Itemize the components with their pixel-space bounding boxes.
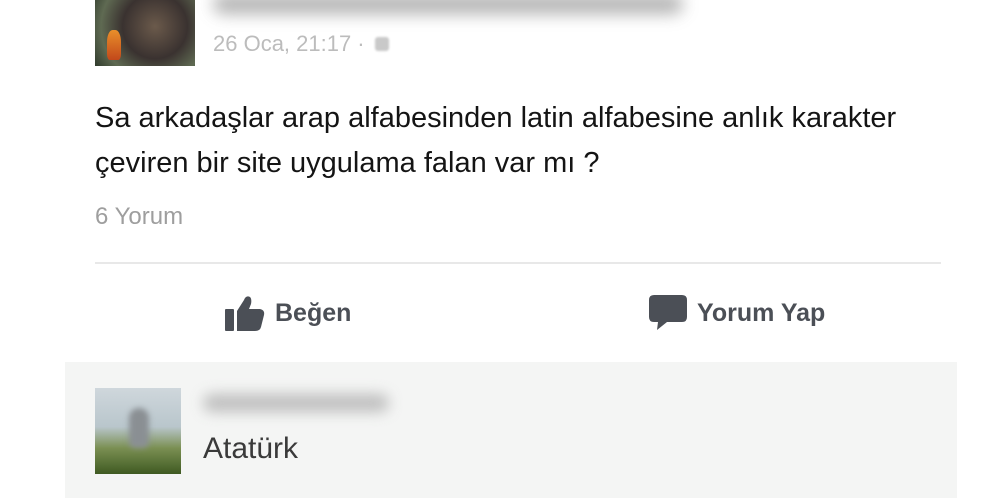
commenter-avatar[interactable] <box>95 388 181 474</box>
comments-section: Atatürk <box>65 362 957 498</box>
post-text: Sa arkadaşlar arap alfabesinden latin al… <box>95 102 897 179</box>
author-name-blurred[interactable] <box>213 0 683 14</box>
post-timestamp[interactable]: 26 Oca, 21:17 <box>213 31 351 57</box>
avatar-image-detail <box>107 30 121 60</box>
comment-label: Yorum Yap <box>697 298 826 327</box>
speech-bubble-icon <box>649 295 687 331</box>
comment-button[interactable]: Yorum Yap <box>649 289 825 337</box>
post-meta: 26 Oca, 21:17 · <box>213 30 389 58</box>
like-button[interactable]: Beğen <box>225 289 351 337</box>
author-avatar[interactable] <box>95 0 195 66</box>
commenter-name-blurred[interactable] <box>203 394 389 412</box>
like-label: Beğen <box>275 298 352 327</box>
thumbs-up-icon <box>225 295 265 331</box>
divider <box>95 262 941 264</box>
post-card: 26 Oca, 21:17 · Sa arkadaşlar arap alfab… <box>65 0 957 498</box>
comment-text: Atatürk <box>203 432 299 465</box>
avatar-image-detail <box>129 408 149 448</box>
meta-separator: · <box>357 31 365 56</box>
globe-icon <box>374 37 389 51</box>
comment-count[interactable]: 6 Yorum <box>95 203 183 231</box>
